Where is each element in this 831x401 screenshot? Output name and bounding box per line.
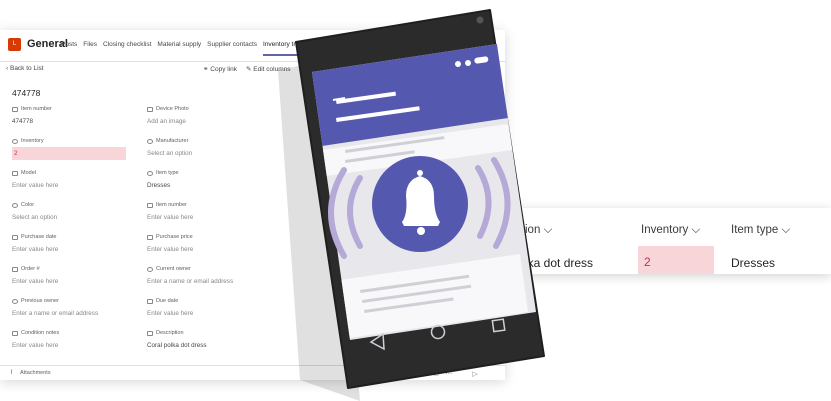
phone-camera xyxy=(476,16,484,24)
phone-illustration xyxy=(278,9,545,401)
